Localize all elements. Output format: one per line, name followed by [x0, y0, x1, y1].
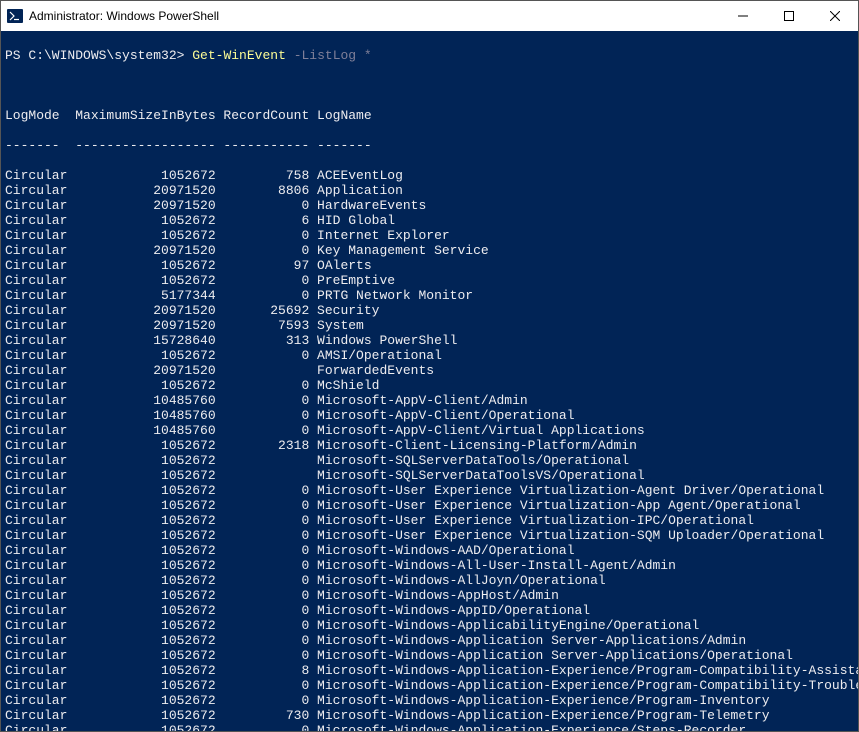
log-row: Circular 1052672 0 PreEmptive	[5, 273, 854, 288]
log-row: Circular 1052672 0 Microsoft-Windows-App…	[5, 648, 854, 663]
log-row: Circular 1052672 6 HID Global	[5, 213, 854, 228]
log-row: Circular 20971520 0 Key Management Servi…	[5, 243, 854, 258]
log-row: Circular 1052672 730 Microsoft-Windows-A…	[5, 708, 854, 723]
console-output[interactable]: PS C:\WINDOWS\system32> Get-WinEvent -Li…	[1, 31, 858, 731]
log-row: Circular 1052672 0 Microsoft-Windows-All…	[5, 558, 854, 573]
log-row: Circular 1052672 97 OAlerts	[5, 258, 854, 273]
log-row: Circular 1052672 0 Internet Explorer	[5, 228, 854, 243]
log-row: Circular 5177344 0 PRTG Network Monitor	[5, 288, 854, 303]
prompt-command: Get-WinEvent	[192, 48, 286, 63]
log-row: Circular 1052672 758 ACEEventLog	[5, 168, 854, 183]
minimize-button[interactable]	[720, 1, 766, 31]
log-row: Circular 1052672 0 AMSI/Operational	[5, 348, 854, 363]
powershell-window: Administrator: Windows PowerShell PS C:\…	[0, 0, 859, 732]
close-button[interactable]	[812, 1, 858, 31]
log-row: Circular 20971520 0 HardwareEvents	[5, 198, 854, 213]
log-row: Circular 20971520 7593 System	[5, 318, 854, 333]
prompt-path: PS C:\WINDOWS\system32>	[5, 48, 184, 63]
prompt-args: -ListLog *	[294, 48, 372, 63]
log-row: Circular 1052672 0 Microsoft-Windows-App…	[5, 603, 854, 618]
log-row: Circular 20971520 25692 Security	[5, 303, 854, 318]
log-row: Circular 1052672 0 Microsoft-User Experi…	[5, 483, 854, 498]
log-row: Circular 1052672 0 Microsoft-Windows-AAD…	[5, 543, 854, 558]
window-title: Administrator: Windows PowerShell	[29, 9, 720, 23]
powershell-icon	[7, 8, 23, 24]
window-controls	[720, 1, 858, 31]
log-row: Circular 1052672 0 Microsoft-User Experi…	[5, 513, 854, 528]
log-row: Circular 1052672 0 Microsoft-Windows-App…	[5, 588, 854, 603]
log-row: Circular 1052672 0 Microsoft-Windows-App…	[5, 723, 854, 731]
log-row: Circular 15728640 313 Windows PowerShell	[5, 333, 854, 348]
blank-line	[5, 78, 854, 93]
log-row: Circular 1052672 0 Microsoft-Windows-App…	[5, 633, 854, 648]
log-row: Circular 1052672 0 Microsoft-Windows-App…	[5, 618, 854, 633]
log-row: Circular 1052672 0 McShield	[5, 378, 854, 393]
log-row: Circular 10485760 0 Microsoft-AppV-Clien…	[5, 423, 854, 438]
log-row: Circular 1052672 0 Microsoft-User Experi…	[5, 498, 854, 513]
log-row: Circular 1052672 0 Microsoft-Windows-App…	[5, 678, 854, 693]
column-headers: LogMode MaximumSizeInBytes RecordCount L…	[5, 108, 854, 123]
log-row: Circular 10485760 0 Microsoft-AppV-Clien…	[5, 408, 854, 423]
log-row: Circular 1052672 8 Microsoft-Windows-App…	[5, 663, 854, 678]
log-row: Circular 1052672 2318 Microsoft-Client-L…	[5, 438, 854, 453]
log-row: Circular 1052672 0 Microsoft-Windows-App…	[5, 693, 854, 708]
log-row: Circular 20971520 8806 Application	[5, 183, 854, 198]
prompt-line: PS C:\WINDOWS\system32> Get-WinEvent -Li…	[5, 48, 854, 63]
maximize-button[interactable]	[766, 1, 812, 31]
log-row: Circular 1052672 Microsoft-SQLServerData…	[5, 468, 854, 483]
titlebar[interactable]: Administrator: Windows PowerShell	[1, 1, 858, 31]
column-dashes: ------- ------------------ ----------- -…	[5, 138, 854, 153]
log-row: Circular 10485760 0 Microsoft-AppV-Clien…	[5, 393, 854, 408]
log-row: Circular 1052672 0 Microsoft-Windows-All…	[5, 573, 854, 588]
log-row: Circular 1052672 0 Microsoft-User Experi…	[5, 528, 854, 543]
log-row: Circular 1052672 Microsoft-SQLServerData…	[5, 453, 854, 468]
log-row: Circular 20971520 ForwardedEvents	[5, 363, 854, 378]
